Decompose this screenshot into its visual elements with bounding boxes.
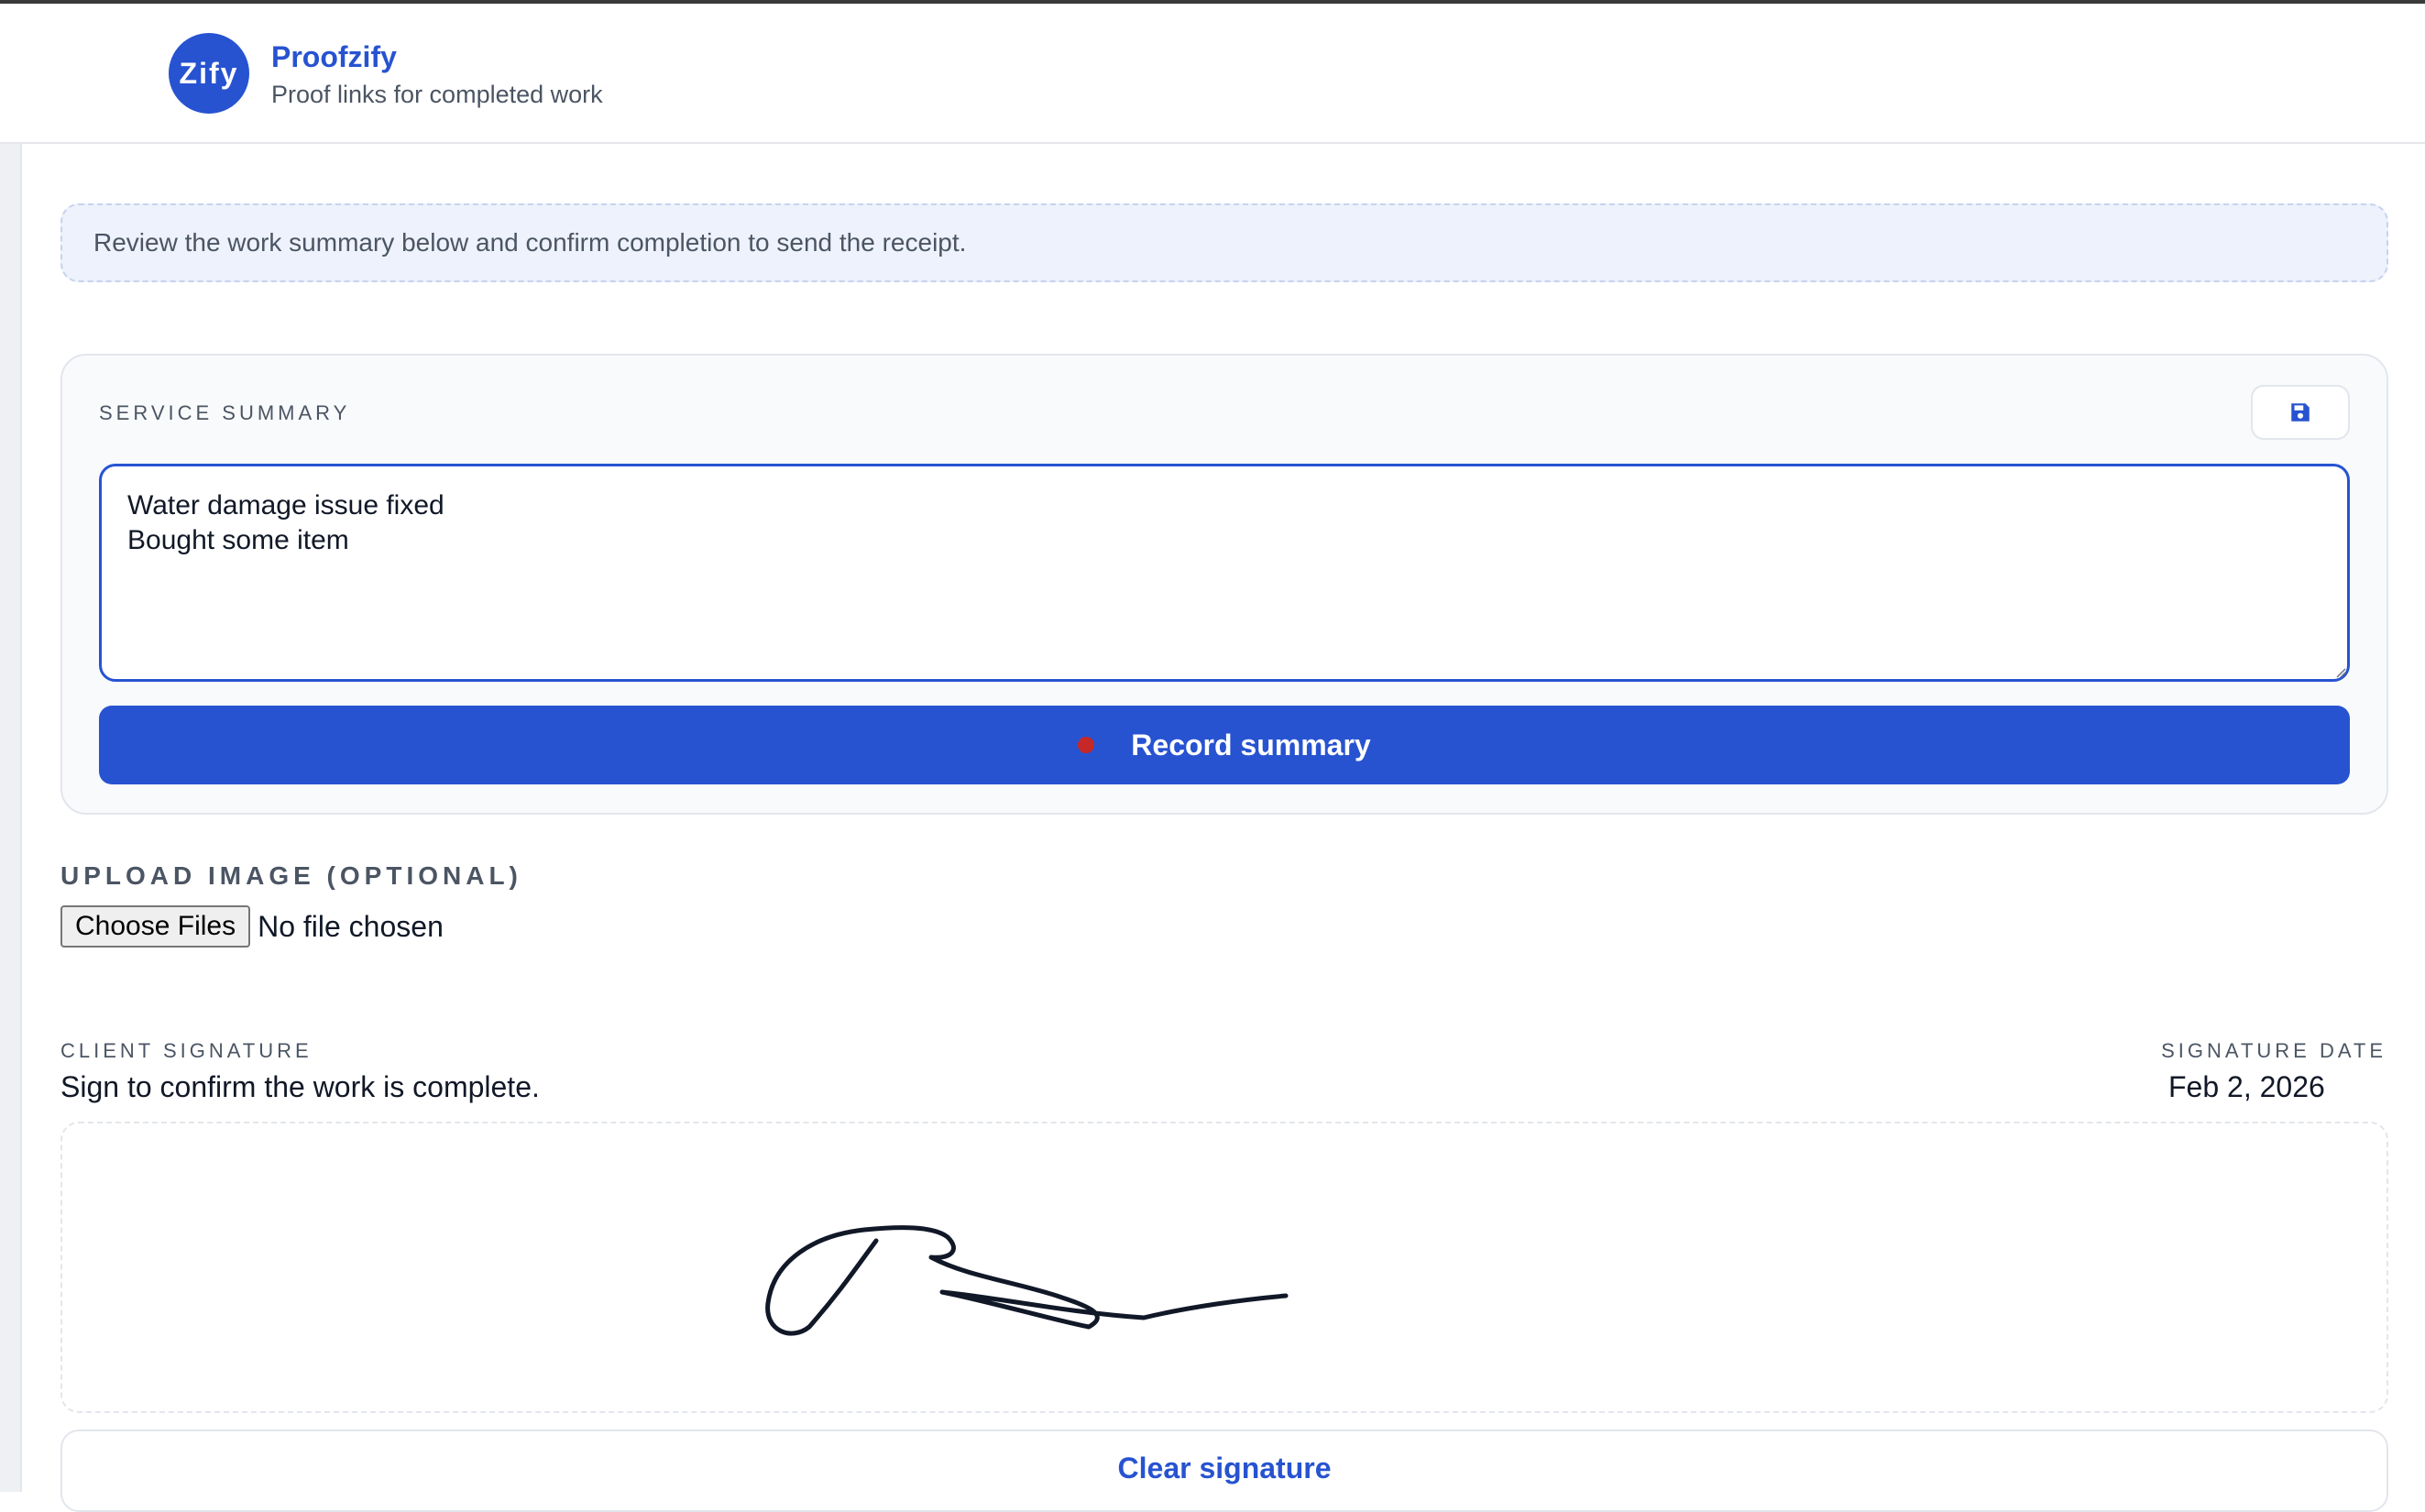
service-summary-card: SERVICE SUMMARY Water damage issue fixed… [60,354,2388,815]
clear-signature-label: Clear signature [1117,1452,1332,1485]
save-icon [2291,403,2310,422]
info-notice-text: Review the work summary below and confir… [93,228,967,257]
upload-image-label: UPLOAD IMAGE (OPTIONAL) [60,861,522,890]
info-notice: Review the work summary below and confir… [60,203,2388,282]
signature-date-value: Feb 2, 2026 [2168,1070,2325,1103]
service-summary-title: SERVICE SUMMARY [99,401,351,424]
signature-date-label: SIGNATURE DATE [2161,1039,2387,1062]
record-summary-label: Record summary [1131,728,1371,761]
choose-files-button[interactable]: Choose Files [60,905,251,948]
signature-help-text: Sign to confirm the work is complete. [60,1070,540,1103]
file-status: No file chosen [258,909,444,943]
record-summary-button[interactable]: Record summary [99,706,2350,784]
service-summary-input[interactable]: Water damage issue fixed Bought some ite… [99,464,2350,682]
signature-pad[interactable] [60,1122,2388,1413]
file-input[interactable]: Choose Files No file chosen [60,905,444,948]
save-summary-button[interactable] [2251,385,2350,440]
brand-name[interactable]: Proofzify [271,40,397,74]
left-edge-panel [0,144,22,1492]
signature-drawing [765,1225,1289,1336]
client-signature-label: CLIENT SIGNATURE [60,1039,313,1062]
resize-grip-icon[interactable] [2335,667,2346,678]
brand-logo[interactable]: Zify [169,33,249,114]
app-header: Zify Proofzify Proof links for completed… [0,4,2425,144]
clear-signature-button[interactable]: Clear signature [60,1430,2388,1512]
record-dot-icon [1078,737,1095,753]
brand-tagline: Proof links for completed work [271,81,603,108]
